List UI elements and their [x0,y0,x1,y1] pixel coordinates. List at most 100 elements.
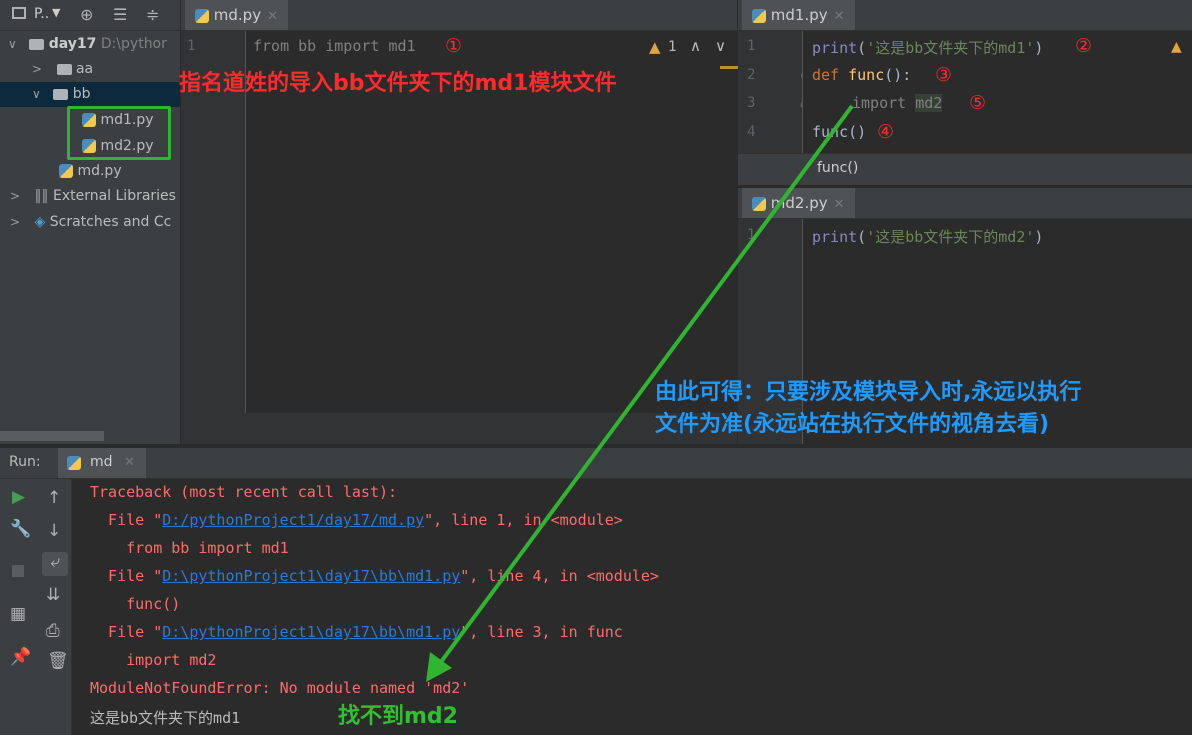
code-line-1[interactable]: print('这是bb文件夹下的md1') [812,37,1043,58]
wrench-icon[interactable]: 🔧 [10,519,31,539]
project-view-icon[interactable] [12,7,26,19]
run-panel-header: Run: md ✕ [0,448,1192,479]
editor-tabbar-md2: md2.py ✕ [738,188,1192,219]
line-number: 1 [187,38,196,54]
code-line-2[interactable]: def func(): [812,66,911,84]
warning-icon[interactable]: ▲ [1171,39,1182,55]
run-toolbar-primary: ▶ 🔧 ▦ 📌 [0,479,38,735]
locate-icon[interactable]: ⊕ [80,5,93,24]
console-text: ", line 3, in func [460,623,623,641]
file-link[interactable]: D:\pythonProject1\day17\bb\md1.py [162,567,460,585]
close-icon[interactable]: ✕ [834,9,845,24]
tab-md1-py[interactable]: md1.py ✕ [742,0,855,30]
folder-icon [53,88,69,100]
layout-icon[interactable]: ▦ [10,604,26,624]
library-icon: ‖‖ [34,188,49,204]
code-token: print [812,39,858,57]
console-output[interactable]: Traceback (most recent call last): File … [72,479,1192,735]
annotation-green: 找不到md2 [338,704,458,729]
code-line-1[interactable]: from bb import md1 [253,37,416,55]
tree-item-scratches[interactable]: > ◈ Scratches and Cc [0,210,180,235]
tree-item-label: External Libraries [52,188,176,204]
console-text: File " [90,511,163,529]
folder-icon [56,63,72,75]
line-number: 1 [747,227,756,243]
print-icon[interactable]: ⎙ [46,621,60,641]
pin-icon[interactable]: 📌 [10,647,31,667]
tree-item-md[interactable]: md.py [0,159,180,184]
run-tab-md[interactable]: md ✕ [58,448,146,478]
marker-3: ③ [935,64,953,86]
code-token: ) [1034,39,1044,57]
tree-item-aa[interactable]: > aa [0,57,180,82]
code-token: md2 [915,94,943,112]
marker-1: ① [445,35,463,57]
code-line-4[interactable]: func() [812,123,866,141]
scroll-to-end-icon[interactable]: ⇊ [46,585,60,605]
run-toolbar-secondary: ↑ ↓ ⤶ ⇊ ⎙ 🗑 [38,479,72,735]
code-line-1[interactable]: print('这是bb文件夹下的md2') [812,226,1043,247]
tree-item-day17[interactable]: ∨ day17 D:\pythor [0,32,180,57]
soft-wrap-icon[interactable]: ⤶ [42,552,68,576]
annotation-blue-line-2: 文件为准(永远站在执行文件的视角去看) [655,412,1050,437]
chevron-up-icon[interactable]: ∧ [690,37,701,55]
line-number: 1 [747,38,756,54]
file-link[interactable]: D:/pythonProject1/day17/md.py [162,511,424,529]
code-token: bb [289,37,326,55]
code-token: import [325,37,380,55]
project-panel: P.. ▼ ⊕ ☰ ≑ ∨ day17 D:\pythor > aa ∨ bb … [0,0,180,444]
expand-all-icon[interactable]: ☰ [113,5,127,24]
close-icon[interactable]: ✕ [124,455,135,470]
chevron-down-icon[interactable]: ∨ [8,37,17,51]
tree-item-external-libraries[interactable]: > ‖‖ External Libraries [0,184,180,209]
chevron-right-icon[interactable]: > [32,62,42,76]
folder-icon [29,38,45,50]
editor-tabbar-left: md.py ✕ [181,0,737,31]
arrow-up-icon[interactable]: ↑ [47,488,61,508]
file-link[interactable]: D:\pythonProject1\day17\bb\md1.py [162,623,460,641]
close-icon[interactable]: ✕ [834,197,845,212]
arrow-down-icon[interactable]: ↓ [47,521,61,541]
project-toolbar: P.. ▼ ⊕ ☰ ≑ [0,0,180,31]
stop-icon[interactable] [12,565,24,577]
editor-md1-py[interactable]: print('这是bb文件夹下的md1') def func(): import… [803,31,1192,153]
console-text: File " [90,623,163,641]
chevron-down-icon[interactable]: ▼ [52,6,60,19]
warning-icon[interactable]: ▲ [649,38,661,56]
breadcrumb[interactable]: func() [817,160,858,176]
code-line-3[interactable]: import md2 [852,94,943,112]
code-token: func() [812,123,867,141]
collapse-all-icon[interactable]: ≑ [146,5,159,24]
close-icon[interactable]: ✕ [267,9,278,24]
rerun-icon[interactable]: ▶ [12,487,25,507]
annotation-blue-line-1: 由此可得：只要涉及模块导入时,永远以执行 [655,380,1082,405]
console-line: Traceback (most recent call last): [90,483,398,501]
tab-md-py[interactable]: md.py ✕ [185,0,288,30]
tree-item-label: aa [75,61,94,77]
python-file-icon [752,196,766,211]
line-number: 4 [747,124,756,140]
python-file-icon [752,8,766,23]
code-token: ( [857,39,867,57]
horizontal-scrollbar[interactable] [0,431,104,441]
project-view-title[interactable]: P.. [34,6,49,22]
code-token: func [848,66,885,84]
trash-icon[interactable]: 🗑 [47,651,69,671]
chevron-right-icon[interactable]: > [10,189,20,203]
tree-item-bb[interactable]: ∨ bb [0,82,180,107]
console-line: File "D:\pythonProject1\day17\bb\md1.py"… [90,567,659,585]
tab-label: md.py [213,6,262,24]
console-text: File " [90,567,163,585]
code-token: md1 [379,37,416,55]
chevron-right-icon[interactable]: > [10,215,20,229]
python-file-icon [195,8,209,23]
error-stripe-mark[interactable] [720,66,738,69]
chevron-down-icon[interactable]: ∨ [715,37,726,55]
tab-md2-py[interactable]: md2.py ✕ [742,188,855,218]
annotation-blue: 由此可得：只要涉及模块导入时,永远以执行 文件为准(永远站在执行文件的视角去看) [655,377,1081,441]
tab-label: md1.py [770,6,828,24]
code-token: from [253,37,290,55]
chevron-down-icon[interactable]: ∨ [32,87,41,101]
python-icon [67,456,81,470]
tree-item-label: day17 [48,36,97,52]
